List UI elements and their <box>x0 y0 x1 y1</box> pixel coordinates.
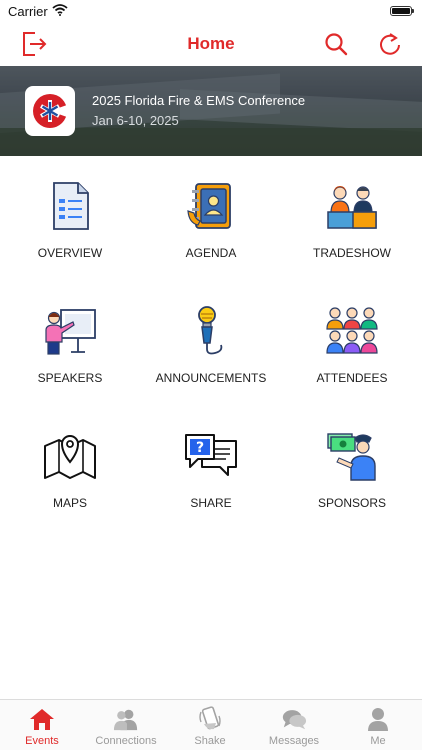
menu-item-agenda[interactable]: AGENDA <box>141 156 281 266</box>
menu-label: MAPS <box>52 496 87 510</box>
tab-label: Connections <box>95 735 157 747</box>
menu-label: SHARE <box>190 496 232 510</box>
menu-label: AGENDA <box>185 246 237 260</box>
phone-shake-icon <box>197 706 223 732</box>
tab-events[interactable]: Events <box>0 700 84 750</box>
wifi-icon <box>52 4 68 16</box>
home-icon <box>29 706 55 732</box>
menu-item-share[interactable]: ? SHARE <box>141 406 281 516</box>
presenter-icon <box>42 303 98 359</box>
menu-label: ANNOUNCEMENTS <box>155 371 267 385</box>
menu-label: SPONSORS <box>317 496 386 510</box>
event-logo <box>25 86 75 136</box>
battery-icon <box>390 6 414 16</box>
refresh-button[interactable] <box>374 28 406 60</box>
menu-label: SPEAKERS <box>37 371 103 385</box>
carrier-label: Carrier <box>8 4 48 19</box>
menu-item-announcements[interactable]: ANNOUNCEMENTS <box>141 281 281 391</box>
sponsor-icon <box>324 428 380 484</box>
users-icon <box>113 706 139 732</box>
event-logo-icon <box>33 94 69 128</box>
menu-label: TRADESHOW <box>313 246 391 260</box>
chat-bubble-icon: ? <box>183 428 239 484</box>
refresh-icon <box>380 33 400 55</box>
menu-item-maps[interactable]: MAPS <box>0 406 140 516</box>
menu-item-overview[interactable]: OVERVIEW <box>0 156 140 266</box>
map-icon <box>42 428 98 484</box>
menu-label: OVERVIEW <box>37 246 103 260</box>
menu-label: ATTENDEES <box>316 371 388 385</box>
svg-text:?: ? <box>196 440 204 456</box>
search-icon <box>325 33 348 56</box>
tab-label: Me <box>370 735 386 747</box>
tab-label: Shake <box>194 735 226 747</box>
menu-item-speakers[interactable]: SPEAKERS <box>0 281 140 391</box>
tab-me[interactable]: Me <box>336 700 420 750</box>
tab-label: Events <box>25 735 59 747</box>
document-icon <box>42 178 98 234</box>
tab-bar: Events Connections Shake Messages Me <box>0 699 422 750</box>
search-button[interactable] <box>320 28 352 60</box>
event-banner[interactable]: 2025 Florida Fire & EMS Conference Jan 6… <box>0 66 422 156</box>
messages-icon <box>281 706 307 732</box>
menu-item-tradeshow[interactable]: TRADESHOW <box>282 156 422 266</box>
nav-bar: Home <box>0 22 422 66</box>
people-group-icon <box>324 303 380 359</box>
tab-label: Messages <box>268 735 320 747</box>
tab-shake[interactable]: Shake <box>168 700 252 750</box>
microphone-icon <box>183 303 239 359</box>
menu-item-sponsors[interactable]: SPONSORS <box>282 406 422 516</box>
status-bar: Carrier <box>0 0 422 22</box>
tab-messages[interactable]: Messages <box>252 700 336 750</box>
event-title: 2025 Florida Fire & EMS Conference <box>92 93 306 108</box>
tab-connections[interactable]: Connections <box>84 700 168 750</box>
event-dates: Jan 6-10, 2025 <box>92 113 179 128</box>
menu-item-attendees[interactable]: ATTENDEES <box>282 281 422 391</box>
person-icon <box>365 706 391 732</box>
booth-icon <box>324 178 380 234</box>
page-title: Home <box>187 34 235 53</box>
address-book-icon <box>183 178 239 234</box>
